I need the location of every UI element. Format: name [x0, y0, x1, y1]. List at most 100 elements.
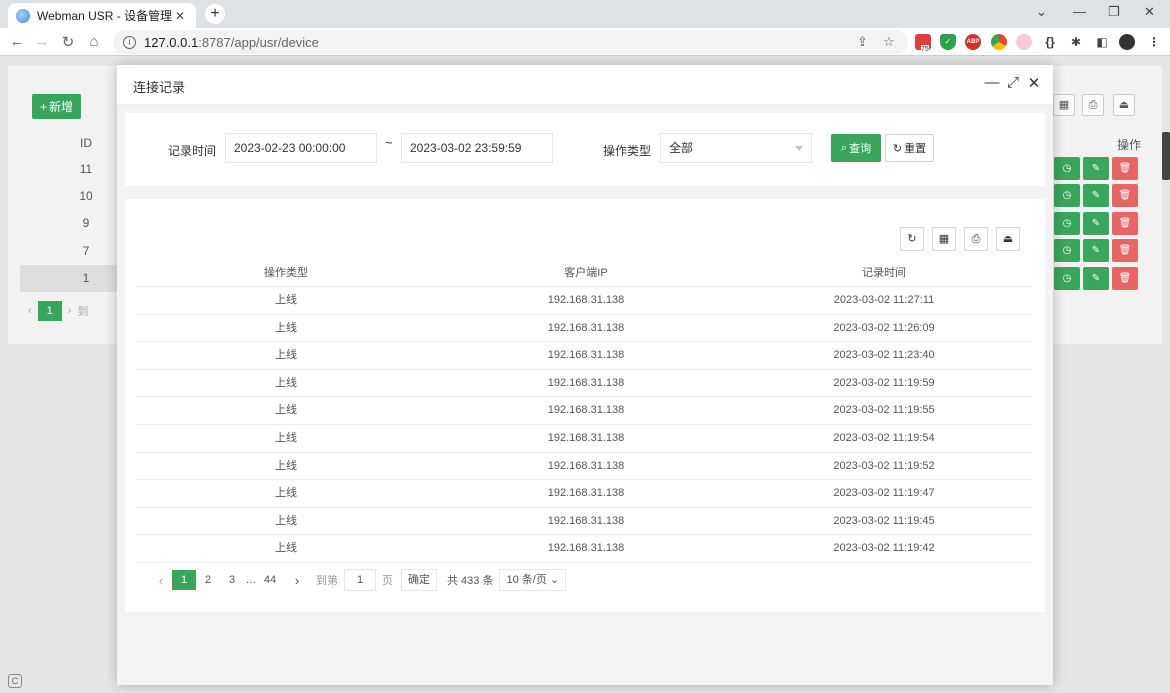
cell-operation-type: 上线 [275, 404, 297, 417]
page-size-value: 10 条/页 [506, 574, 547, 586]
prev-page-icon[interactable]: ‹ [152, 573, 170, 588]
print-icon[interactable]: ⎙ [1082, 94, 1104, 116]
tab-close-icon[interactable]: ✕ [172, 9, 188, 23]
table-row[interactable]: 上线 192.168.31.138 2023-03-02 11:23:40 [136, 342, 1032, 370]
cell-client-ip: 192.168.31.138 [547, 487, 625, 500]
browser-tabbar: Webman USR - 设备管理 ✕ + ⌄ — ❐ ✕ [0, 0, 1170, 28]
page-1-button[interactable]: 1 [172, 570, 196, 590]
total-count: 共 433 条 [447, 575, 494, 587]
start-time-input[interactable]: 2023-02-23 00:00:00 [225, 133, 377, 163]
address-bar[interactable]: i 127.0.0.1:8787/app/usr/device ⇪ ☆ [113, 30, 908, 54]
page-1-button[interactable]: 1 [37, 301, 62, 321]
more-menu-icon[interactable]: ⋮ [1146, 34, 1162, 50]
cell-client-ip: 192.168.31.138 [547, 459, 625, 472]
page-44-button[interactable]: 44 [258, 570, 282, 590]
operation-type-label: 操作类型 [603, 144, 652, 158]
cell-record-time: 2023-03-02 11:23:40 [833, 349, 935, 362]
edit-pencil-icon[interactable]: ✎ [1083, 239, 1109, 262]
delete-trash-icon[interactable]: 🗑 [1112, 267, 1138, 290]
shield-extension-icon[interactable]: ✓ [940, 34, 956, 50]
columns-icon[interactable]: ▦ [932, 227, 956, 251]
sidebar-icon[interactable]: ◧ [1094, 34, 1110, 50]
maximize-window-icon[interactable]: ❐ [1108, 4, 1120, 20]
page-size-select[interactable]: 10 条/页 ⌄ [499, 569, 567, 591]
history-clock-icon[interactable]: ◷ [1054, 212, 1080, 235]
page-2-button[interactable]: 2 [196, 570, 220, 590]
home-icon[interactable]: ⌂ [85, 33, 103, 50]
page-3-button[interactable]: 3 [220, 570, 244, 590]
tab-search-chevron-icon[interactable]: ⌄ [1036, 4, 1047, 20]
end-time-input[interactable]: 2023-03-02 23:59:59 [401, 133, 553, 163]
cell-client-ip: 192.168.31.138 [547, 542, 625, 555]
reset-button[interactable]: ↻ 重置 [885, 134, 934, 162]
table-row[interactable]: 上线 192.168.31.138 2023-03-02 11:27:11 [136, 287, 1032, 315]
corner-app-icon[interactable]: C [8, 674, 22, 688]
reload-icon[interactable]: ↻ [59, 33, 77, 51]
url-host: 127.0.0.1 [144, 34, 199, 50]
history-clock-icon[interactable]: ◷ [1054, 157, 1080, 180]
query-button[interactable]: ⌕ 查询 [831, 134, 881, 162]
browser-tab[interactable]: Webman USR - 设备管理 ✕ [8, 3, 196, 28]
edit-pencil-icon[interactable]: ✎ [1083, 157, 1109, 180]
close-dialog-icon[interactable]: ✕ [1025, 74, 1043, 92]
goto-label: 到第 [316, 575, 338, 587]
forward-arrow-icon[interactable]: → [33, 33, 51, 50]
delete-trash-icon[interactable]: 🗑 [1112, 212, 1138, 235]
table-row[interactable]: 上线 192.168.31.138 2023-03-02 11:19:52 [136, 453, 1032, 481]
reset-icon: ↻ [892, 142, 903, 155]
actions-column-header: 操作 [1117, 138, 1142, 152]
delete-trash-icon[interactable]: 🗑 [1112, 184, 1138, 207]
cell-record-time: 2023-03-02 11:19:52 [833, 459, 935, 472]
table-row[interactable]: 上线 192.168.31.138 2023-03-02 11:19:42 [136, 535, 1032, 563]
operation-type-select[interactable]: 全部 [660, 133, 812, 163]
cell-client-ip: 192.168.31.138 [547, 349, 625, 362]
edit-pencil-icon[interactable]: ✎ [1083, 212, 1109, 235]
table-row[interactable]: 上线 192.168.31.138 2023-03-02 11:26:09 [136, 315, 1032, 343]
adblock-icon[interactable]: ABP [965, 34, 981, 50]
export-icon[interactable]: ⏏ [996, 227, 1020, 251]
new-tab-button[interactable]: + [205, 4, 225, 24]
table-row[interactable]: 上线 192.168.31.138 2023-03-02 11:19:45 [136, 508, 1032, 536]
profile-avatar[interactable] [1119, 34, 1135, 50]
back-arrow-icon[interactable]: ← [8, 33, 26, 50]
maximize-dialog-icon[interactable]: ⤢ [1004, 74, 1022, 91]
delete-trash-icon[interactable]: 🗑 [1112, 157, 1138, 180]
side-scroll-handle[interactable] [1162, 132, 1170, 180]
minimize-dialog-icon[interactable]: — [983, 74, 1001, 91]
cell-operation-type: 上线 [275, 321, 297, 334]
share-icon[interactable]: ⇪ [857, 34, 868, 50]
cat-extension-icon[interactable] [1016, 34, 1032, 50]
goto-confirm-button[interactable]: 确定 [401, 569, 437, 591]
table-row[interactable]: 上线 192.168.31.138 2023-03-02 11:19:47 [136, 480, 1032, 508]
bookmark-star-icon[interactable]: ☆ [883, 34, 895, 50]
print-icon[interactable]: ⎙ [964, 227, 988, 251]
cell-record-time: 2023-03-02 11:26:09 [833, 321, 935, 334]
history-clock-icon[interactable]: ◷ [1054, 184, 1080, 207]
edit-pencil-icon[interactable]: ✎ [1083, 184, 1109, 207]
json-braces-icon[interactable]: {} [1042, 34, 1058, 50]
table-row[interactable]: 上线 192.168.31.138 2023-03-02 11:19:59 [136, 370, 1032, 398]
refresh-icon[interactable]: ↻ [900, 227, 924, 251]
table-row[interactable]: 上线 192.168.31.138 2023-03-02 11:19:55 [136, 397, 1032, 425]
cell-record-time: 2023-03-02 11:19:54 [833, 432, 935, 444]
cell-operation-type: 上线 [275, 514, 297, 527]
table-row[interactable]: 上线 192.168.31.138 2023-03-02 11:19:54 [136, 425, 1032, 453]
close-window-icon[interactable]: ✕ [1144, 4, 1155, 20]
prev-page-icon[interactable]: ‹ [28, 305, 32, 317]
puzzle-icon[interactable]: ✱ [1068, 34, 1084, 50]
cell-operation-type: 上线 [275, 294, 297, 306]
color-wheel-icon[interactable] [991, 34, 1007, 50]
site-info-icon[interactable]: i [123, 35, 136, 49]
delete-trash-icon[interactable]: 🗑 [1112, 239, 1138, 262]
next-page-icon[interactable]: › [68, 305, 72, 317]
edit-pencil-icon[interactable]: ✎ [1083, 267, 1109, 290]
add-device-button[interactable]: + 新增 [32, 94, 81, 119]
goto-page-input[interactable]: 1 [344, 569, 376, 591]
history-clock-icon[interactable]: ◷ [1054, 239, 1080, 262]
add-button-label: 新增 [49, 100, 74, 114]
minimize-window-icon[interactable]: — [1073, 4, 1086, 19]
history-clock-icon[interactable]: ◷ [1054, 267, 1080, 290]
columns-icon[interactable]: ▦ [1053, 94, 1075, 116]
next-page-icon[interactable]: › [288, 573, 306, 588]
export-icon[interactable]: ⏏ [1113, 94, 1135, 116]
